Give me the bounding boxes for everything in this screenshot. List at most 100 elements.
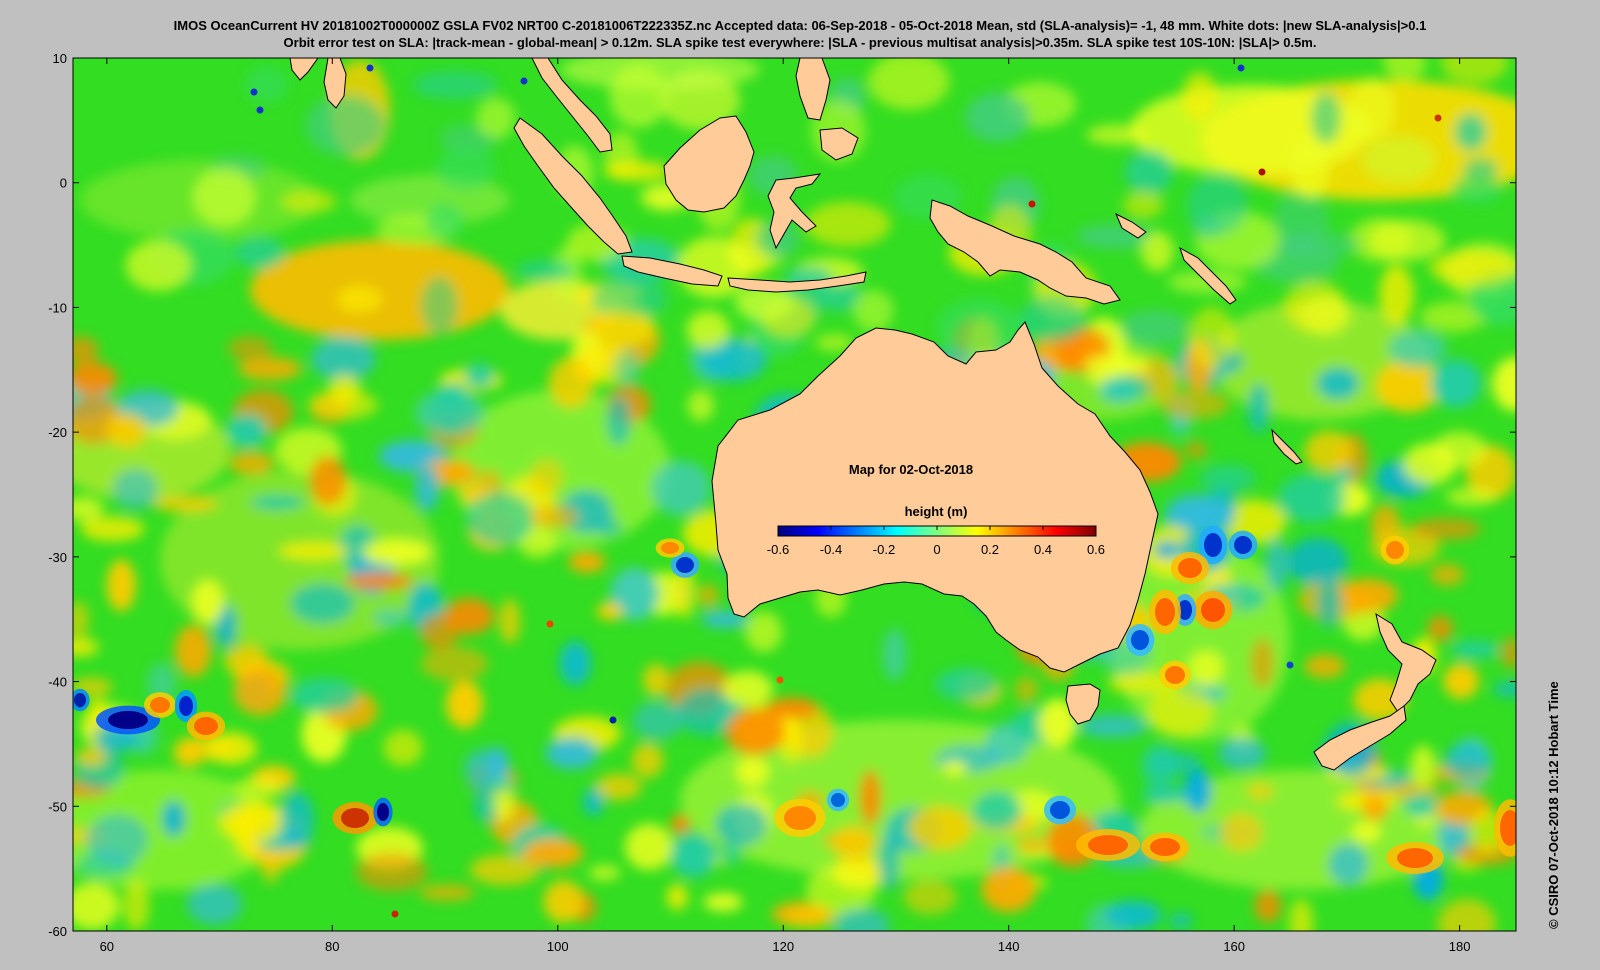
colorbar-tick-label: -0.2	[873, 542, 895, 557]
y-tick-label: -60	[48, 924, 67, 939]
anomaly-blob	[1086, 124, 1150, 145]
anomaly-blob	[237, 357, 302, 381]
anomaly-blob	[234, 236, 285, 269]
map-plot-area	[73, 58, 1516, 931]
anomaly-blob	[529, 458, 564, 495]
anomaly-blob	[192, 167, 256, 227]
anomaly-spot-core	[1088, 835, 1128, 855]
anomaly-blob	[1122, 191, 1164, 219]
anomaly-blob	[522, 838, 584, 868]
y-tick-label: 0	[60, 176, 67, 191]
colorbar-tick-label: 0	[933, 542, 940, 557]
anomaly-blob	[868, 58, 950, 110]
anomaly-spot-core	[1234, 536, 1252, 554]
anomaly-blob	[421, 646, 489, 682]
x-tick-label: 120	[772, 939, 794, 954]
anomaly-spot-core	[194, 717, 218, 735]
anomaly-blob	[1183, 768, 1213, 814]
x-tick-label: 160	[1223, 939, 1245, 954]
anomaly-blob	[882, 628, 907, 681]
anomaly-blob	[152, 495, 219, 513]
anomaly-blob	[445, 680, 484, 729]
anomaly-spot-core	[1155, 598, 1175, 626]
anomaly-blob	[1445, 487, 1498, 507]
anomaly-blob	[309, 455, 347, 506]
anomaly-blob	[161, 799, 187, 838]
anomaly-blob	[476, 97, 516, 139]
anomaly-blob	[903, 879, 957, 915]
anomaly-spot-core	[108, 711, 148, 729]
anomaly-blob	[908, 805, 974, 851]
anomaly-blob	[804, 201, 891, 247]
anomaly-blob	[1286, 537, 1349, 586]
colorbar-tick-label: 0.4	[1034, 542, 1052, 557]
anomaly-blob	[1304, 430, 1354, 473]
anomaly-blob	[73, 336, 99, 364]
anomaly-blob	[632, 701, 684, 740]
colorbar-tick-label: 0.6	[1087, 542, 1105, 557]
colorbar-tick-label: 0.2	[981, 542, 999, 557]
anomaly-blob	[971, 790, 1022, 831]
anomaly-blob	[336, 285, 383, 313]
observation-dot	[76, 700, 84, 708]
anomaly-blob	[877, 834, 901, 890]
anomaly-blob	[1451, 175, 1503, 204]
y-tick-label: -30	[48, 550, 67, 565]
anomaly-blob	[344, 572, 414, 590]
anomaly-spot-core	[1386, 541, 1404, 559]
sla-map: 60 80 100 120 140 160 180100-10-20-30-40-50-60…	[48, 51, 1517, 954]
anomaly-blob	[371, 607, 409, 628]
anomaly-blob	[583, 787, 604, 817]
anomaly-blob	[595, 517, 623, 538]
anomaly-blob	[596, 602, 623, 621]
anomaly-blob	[588, 864, 621, 881]
x-tick-label: 60	[100, 939, 114, 954]
anomaly-blob	[1250, 637, 1275, 689]
anomaly-blob	[234, 776, 283, 801]
anomaly-blob	[735, 756, 770, 787]
anomaly-blob	[935, 668, 998, 701]
observation-dot	[1028, 200, 1036, 208]
anomaly-blob	[1146, 686, 1215, 738]
anomaly-blob	[631, 742, 664, 779]
anomaly-blob	[226, 413, 268, 448]
anomaly-blob	[250, 240, 510, 340]
anomaly-blob	[1311, 91, 1341, 144]
colorbar-tick-label: -0.4	[820, 542, 842, 557]
anomaly-blob	[464, 363, 495, 389]
anomaly-blob	[1166, 499, 1233, 531]
anomaly-blob	[1120, 309, 1189, 346]
anomaly-blob	[1327, 842, 1370, 887]
anomaly-blob	[666, 883, 688, 911]
anomaly-blob	[697, 584, 719, 608]
anomaly-spot-core	[661, 542, 679, 554]
anomaly-blob	[73, 637, 99, 657]
anomaly-blob	[467, 776, 517, 794]
anomaly-blob	[429, 382, 471, 431]
anomaly-blob	[1403, 794, 1440, 818]
observation-dot	[1258, 168, 1266, 176]
y-tick-label: -40	[48, 675, 67, 690]
anomaly-spot-core	[1165, 666, 1185, 684]
anomaly-spot-core	[1050, 801, 1070, 819]
anomaly-blob	[1016, 836, 1046, 855]
anomaly-blob	[1246, 781, 1275, 802]
anomaly-blob	[1387, 329, 1447, 368]
anomaly-blob	[1199, 464, 1256, 494]
anomaly-blob	[1277, 474, 1346, 523]
anomaly-blob	[1254, 889, 1282, 923]
anomaly-blob	[1289, 135, 1329, 200]
anomaly-blob	[80, 516, 145, 542]
anomaly-blob	[187, 883, 243, 925]
x-tick-label: 80	[325, 939, 339, 954]
anomaly-blob	[670, 814, 691, 834]
anomaly-blob	[559, 641, 591, 686]
anomaly-blob	[173, 738, 205, 768]
anomaly-blob	[1169, 912, 1193, 929]
anomaly-blob	[435, 147, 495, 191]
anomaly-blob	[1500, 637, 1516, 669]
anomaly-blob	[305, 94, 386, 156]
x-tick-label: 140	[998, 939, 1020, 954]
anomaly-blob	[1316, 366, 1360, 401]
anomaly-blob	[784, 906, 839, 929]
